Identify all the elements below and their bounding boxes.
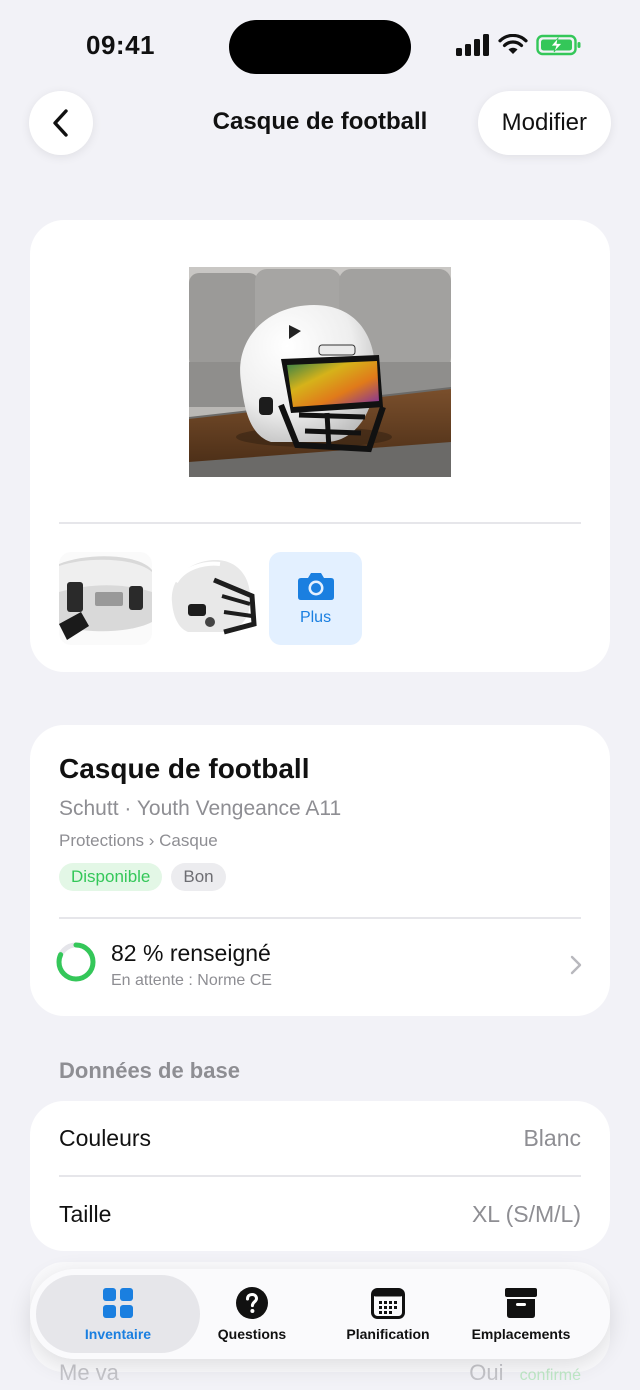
item-title: Casque de football [59, 753, 310, 784]
condition-badge: Bon [171, 863, 226, 891]
item-category-path: Protections › Casque [59, 831, 218, 850]
photo-thumbnail[interactable] [164, 552, 257, 645]
tab-label: Questions [217, 1326, 287, 1342]
tab-label: Planification [346, 1326, 430, 1342]
status-time: 09:41 [86, 30, 155, 60]
archive-box-icon [505, 1288, 537, 1318]
tab-bar: Inventaire Questions Planification Empla… [30, 1269, 610, 1359]
photo-thumbnail[interactable] [59, 552, 152, 645]
calendar-icon [371, 1288, 405, 1319]
tab-planification[interactable]: Planification [328, 1275, 448, 1353]
helmet-side-thumbnail-image [164, 552, 257, 645]
wifi-icon [498, 34, 528, 54]
dynamic-island [229, 20, 411, 74]
edit-button[interactable]: Modifier [477, 91, 611, 155]
tab-inventaire[interactable]: Inventaire [36, 1275, 200, 1353]
base-data-card: Couleurs Blanc Taille XL (S/M/L) [30, 1101, 610, 1251]
grid-icon [103, 1288, 133, 1318]
tab-questions[interactable]: Questions [186, 1275, 318, 1353]
main-photo[interactable] [189, 267, 451, 477]
completion-text: 82 % renseigné [111, 940, 271, 966]
info-divider [59, 917, 581, 919]
item-brand-model: Schutt · Youth Vengeance A11 [59, 797, 342, 820]
chevron-right-icon [570, 955, 582, 975]
helmet-photo-image [189, 267, 451, 477]
page-title: Casque de football [212, 108, 428, 135]
completion-progress-ring [56, 942, 96, 982]
status-bar: 09:41 [0, 0, 640, 90]
tab-emplacements[interactable]: Emplacements [462, 1275, 580, 1353]
battery-charging-icon [536, 34, 581, 56]
obscured-field-label: Me va [59, 1360, 119, 1385]
section-title: Données de base [59, 1058, 240, 1083]
photo-thumbnails: Plus [59, 552, 362, 645]
add-photo-button[interactable]: Plus [269, 552, 362, 645]
confirmed-badge: confirmé [519, 1367, 581, 1384]
tab-label: Inventaire [84, 1326, 152, 1342]
chevron-left-icon [53, 109, 68, 137]
field-value: XL (S/M/L) [471, 1201, 581, 1227]
field-value: Blanc [523, 1125, 581, 1151]
field-row-colors[interactable]: Couleurs Blanc [59, 1101, 581, 1176]
status-icons [456, 34, 582, 56]
item-badges: Disponible Bon [59, 863, 226, 891]
obscured-field-row: Me va Oui confirmé [59, 1360, 581, 1386]
camera-icon [297, 572, 334, 600]
cellular-signal-icon [456, 34, 489, 56]
photo-card: Plus [30, 220, 610, 672]
obscured-field-value-group: Oui confirmé [469, 1360, 581, 1386]
field-label: Taille [59, 1201, 112, 1227]
add-photo-label: Plus [299, 608, 332, 626]
availability-badge: Disponible [59, 863, 163, 891]
completion-row[interactable]: 82 % renseigné En attente : Norme CE [30, 921, 610, 1016]
field-label: Couleurs [59, 1125, 152, 1151]
obscured-field-value: Oui [469, 1360, 504, 1385]
back-button[interactable] [29, 91, 93, 155]
item-info-card: Casque de football Schutt · Youth Vengea… [30, 725, 610, 1016]
helmet-back-thumbnail-image [59, 552, 152, 645]
question-icon [236, 1287, 268, 1319]
photo-divider [59, 522, 581, 524]
field-row-size[interactable]: Taille XL (S/M/L) [59, 1177, 581, 1252]
pending-text: En attente : Norme CE [111, 972, 272, 989]
tab-label: Emplacements [471, 1326, 571, 1342]
